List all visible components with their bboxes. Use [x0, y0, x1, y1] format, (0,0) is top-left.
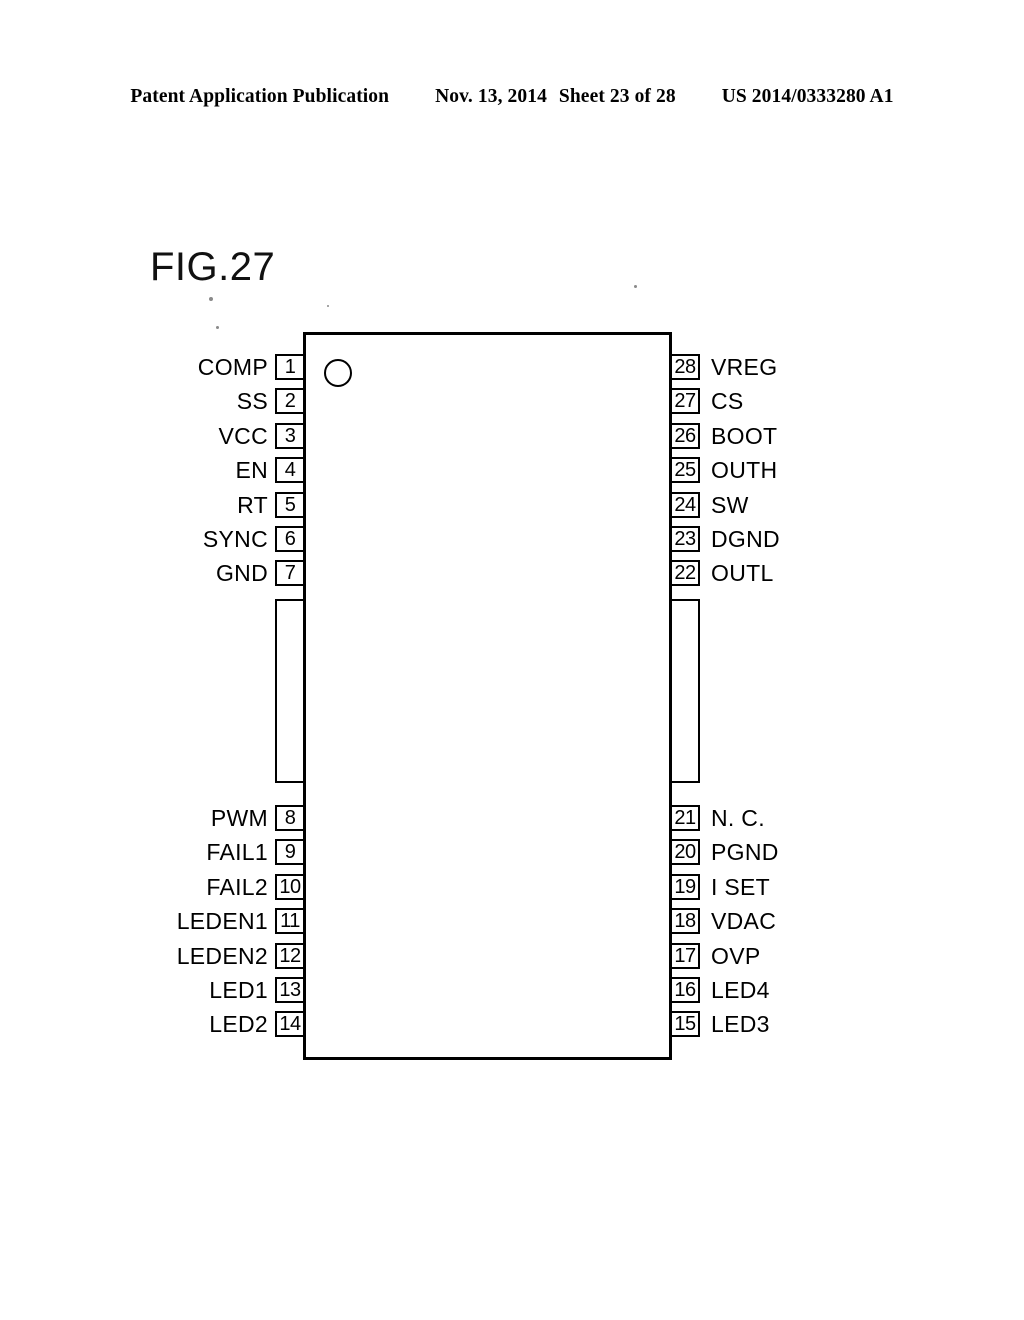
pin-label-iset: I SET: [711, 873, 771, 900]
pin-pad-2: 2: [275, 388, 305, 415]
pin-number-18: 18: [674, 910, 696, 933]
pin-label-ovp: OVP: [711, 942, 761, 969]
pin-number-25: 25: [674, 459, 696, 482]
pin-pad-12: 12: [275, 942, 305, 969]
pin-label-dgnd: DGND: [711, 526, 780, 552]
pin-label-cs: CS: [711, 388, 744, 415]
pin-label-rt: RT: [237, 491, 268, 518]
pin-number-10: 10: [279, 875, 301, 898]
pin-number-13: 13: [279, 979, 301, 1001]
pin-label-vcc: VCC: [218, 422, 268, 449]
pin-pad-19: 19: [670, 873, 700, 900]
scan-speckle: [634, 285, 637, 288]
pin-label-boot: BOOT: [711, 422, 778, 449]
pin-pad-25: 25: [670, 457, 700, 484]
pin-number-8: 8: [284, 807, 296, 829]
pin-pad-26: 26: [670, 422, 700, 449]
pin-pad-16: 16: [670, 977, 700, 1003]
pin-label-fail2: FAIL2: [206, 873, 268, 900]
pin-number-21: 21: [674, 807, 696, 829]
pin-pad-4: 4: [275, 457, 305, 484]
pin-number-5: 5: [284, 493, 296, 516]
pin-pad-5: 5: [275, 491, 305, 518]
pin-label-led1: LED1: [209, 977, 268, 1003]
pin-pad-27: 27: [670, 388, 700, 415]
pin-number-28: 28: [674, 356, 696, 378]
pin-label-leden1: LEDEN1: [176, 908, 268, 935]
pin-pad-21: 21: [670, 805, 700, 831]
pin-label-comp: COMP: [197, 354, 268, 380]
pin-label-nc: N. C.: [711, 805, 765, 831]
pin1-indicator-circle-icon: [324, 359, 352, 387]
pin-number-2: 2: [284, 390, 296, 413]
scan-speckle: [327, 305, 329, 307]
pin-label-fail1: FAIL1: [206, 839, 268, 866]
pin-number-26: 26: [674, 424, 696, 447]
pin-pad-22: 22: [670, 560, 700, 587]
pin-label-led2: LED2: [209, 1011, 268, 1038]
pin-label-outl: OUTL: [711, 560, 774, 587]
pin-label-pwm: PWM: [210, 805, 268, 831]
pin-number-7: 7: [284, 562, 296, 585]
pin-number-27: 27: [674, 390, 696, 413]
figure-title: FIG.27: [150, 245, 276, 289]
pin-label-leden2: LEDEN2: [176, 942, 268, 969]
pin-label-vreg: VREG: [711, 354, 778, 380]
pin-label-led3: LED3: [711, 1011, 770, 1038]
pin-pad-1: 1: [275, 354, 305, 380]
pin-pad-3: 3: [275, 422, 305, 449]
pin-number-19: 19: [674, 875, 696, 898]
pin-pad-6: 6: [275, 526, 305, 552]
pin-number-12: 12: [279, 944, 301, 967]
pin-pad-17: 17: [670, 942, 700, 969]
pin-label-gnd: GND: [215, 560, 268, 587]
pin-number-23: 23: [674, 528, 696, 550]
pin-pad-20: 20: [670, 839, 700, 866]
thermal-pad-right: [670, 599, 700, 783]
pin-label-outh: OUTH: [711, 457, 778, 484]
pin-label-ss: SS: [236, 388, 268, 415]
pin-label-sync: SYNC: [202, 526, 268, 552]
pin-number-16: 16: [674, 979, 696, 1001]
pin-pad-9: 9: [275, 839, 305, 866]
pin-pad-23: 23: [670, 526, 700, 552]
pin-pad-14: 14: [275, 1011, 305, 1038]
pin-pad-28: 28: [670, 354, 700, 380]
pin-pad-13: 13: [275, 977, 305, 1003]
ic-package-body: [303, 332, 672, 1060]
pin-pad-18: 18: [670, 908, 700, 935]
scan-speckle: [209, 297, 213, 301]
pin-number-15: 15: [674, 1013, 696, 1036]
pin-number-6: 6: [284, 528, 296, 550]
thermal-pad-left: [275, 599, 305, 783]
pin-pad-11: 11: [275, 908, 305, 935]
pin-label-en: EN: [235, 457, 268, 484]
pin-number-22: 22: [674, 562, 696, 585]
pin-number-24: 24: [674, 493, 696, 516]
pin-pad-10: 10: [275, 873, 305, 900]
pin-label-led4: LED4: [711, 977, 770, 1003]
pin-number-3: 3: [284, 424, 296, 447]
pin-number-9: 9: [284, 841, 296, 864]
pin-number-14: 14: [279, 1013, 301, 1036]
pin-pad-15: 15: [670, 1011, 700, 1038]
pin-label-sw: SW: [711, 491, 749, 518]
pin-number-17: 17: [674, 944, 696, 967]
pin-number-1: 1: [284, 356, 296, 378]
pin-number-4: 4: [284, 459, 296, 482]
pin-pad-24: 24: [670, 491, 700, 518]
pin-number-20: 20: [674, 841, 696, 864]
scan-speckle: [216, 326, 219, 329]
pin-pad-8: 8: [275, 805, 305, 831]
pin-number-11: 11: [280, 910, 300, 933]
pin-label-vdac: VDAC: [711, 908, 777, 935]
pin-label-pgnd: PGND: [711, 839, 779, 866]
pin-pad-7: 7: [275, 560, 305, 587]
figure-ic-pinout-diagram: FIG.27 1 COMP 2 SS 3 VCC 4 EN 5 RT 6 SYNC 7 GND 8 PWM 9 F…: [0, 0, 1024, 1320]
